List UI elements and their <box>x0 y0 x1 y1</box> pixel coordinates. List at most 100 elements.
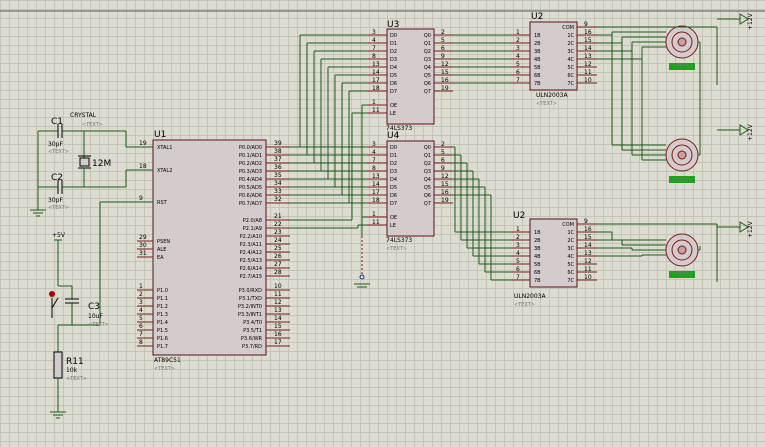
latch-le-name: LE <box>390 223 396 229</box>
reset-circuit[interactable]: +5V C3 10uF <TEXT> R11 10k <TEXT> <box>49 201 153 419</box>
u1-pin-name: P3.7/RD <box>242 344 262 350</box>
latch-pin-num: 19 <box>441 197 449 204</box>
u1-text: <TEXT> <box>154 366 175 372</box>
bus-wires <box>290 34 368 236</box>
u1-ref: U1 <box>154 130 166 140</box>
schematic-svg: U1 AT89C51 <TEXT> 19XTAL118XTAL29RST29PS… <box>0 10 765 419</box>
v12-terminal-3[interactable]: +12V <box>717 220 754 238</box>
latch-pin-num: 2 <box>441 141 445 148</box>
latch-pin-name: Q3 <box>424 57 431 63</box>
u4-latch[interactable]: U4 74LS373 <TEXT> 3 D0 2 Q0 4 D1 5 Q1 7 D2 6 Q2 8 D3 9… <box>368 131 453 252</box>
uln-pin-name: 4C <box>567 254 574 260</box>
uln-pin-name: 7C <box>567 278 574 284</box>
stepper-motor-1[interactable]: <TEXT> <box>597 25 718 85</box>
crystal-circuit[interactable]: CRYSTAL C1 <TEXT> 30pF <TEXT> 12M C2 30p… <box>30 112 153 217</box>
u1-pin-name: P0.2/AD2 <box>239 161 262 167</box>
u1-pin-num: 4 <box>139 307 143 314</box>
uln-bottom-driver[interactable]: U2 ULN2003A <TEXT> 9COM161C152C143C134C1… <box>511 211 597 308</box>
u1-pin-num: 1 <box>139 283 143 290</box>
u1-pin-num: 27 <box>274 261 282 268</box>
v5-label: +5V <box>52 232 66 239</box>
u1-pin-num: 10 <box>274 283 282 290</box>
latch-oe-num: 1 <box>372 99 376 106</box>
stepper-motors: <TEXT> <TEXT> <TEXT> <box>597 25 718 282</box>
uln-pin-name: 2C <box>567 41 574 47</box>
uln-pin-num: 2 <box>516 234 520 241</box>
uln-top-ref: U2 <box>531 12 543 22</box>
motor-shaft <box>677 37 687 47</box>
v12-terminal-2[interactable]: +12V <box>717 123 754 141</box>
latch-pin-num: 9 <box>441 53 445 60</box>
uln-pin-num: 12 <box>584 61 592 68</box>
reset-button[interactable] <box>49 291 55 297</box>
u1-pin-name: P3.3/INT1 <box>238 312 262 318</box>
u1-pin-name: P3.5/T1 <box>243 328 262 334</box>
uln-pin-name: 5C <box>567 262 574 268</box>
r11-ref: R11 <box>66 357 84 367</box>
latch-pin-num: 5 <box>441 37 445 44</box>
uln-top-driver[interactable]: U2 ULN2003A <TEXT> 9COM161C152C143C134C1… <box>511 12 597 107</box>
latch-ground <box>354 236 370 288</box>
u1-pin-name: P2.2/A10 <box>240 234 262 240</box>
uln-pin-name: 7C <box>567 81 574 87</box>
latch-pin-name: Q6 <box>424 81 431 87</box>
u1-pin-name: XTAL2 <box>157 168 172 174</box>
latch-pin-name: D0 <box>390 33 397 39</box>
uln-pin-name: 2C <box>567 238 574 244</box>
uln-pin-num: 6 <box>516 266 520 273</box>
uln-pin-num: 5 <box>516 61 520 68</box>
u1-pin-num: 34 <box>274 180 282 187</box>
uln-pin-num: 15 <box>584 234 592 241</box>
u1-pin-num: 11 <box>274 291 282 298</box>
uln-pin-num: 6 <box>516 69 520 76</box>
u1-pin-name: P1.2 <box>157 304 168 310</box>
u4-ref: U4 <box>387 131 400 141</box>
u1-pin-num: 19 <box>139 140 147 147</box>
uln-top-text: <TEXT> <box>536 101 557 107</box>
latch-pin-name: D7 <box>390 201 397 207</box>
u1-pin-num: 22 <box>274 221 282 228</box>
u1-pin-name: P1.6 <box>157 336 168 342</box>
uln-pin-num: 16 <box>584 29 592 36</box>
stepper-motor-2[interactable]: <TEXT> <box>597 26 718 183</box>
u1-pin-name: P2.7/A15 <box>240 274 262 280</box>
v12-label-2: +12V <box>747 123 754 141</box>
c2-ref: C2 <box>51 173 63 183</box>
latch-pin-num: 19 <box>441 85 449 92</box>
uln-pin-name: 1C <box>567 33 574 39</box>
latch-pin-num: 3 <box>372 141 376 148</box>
latch-pin-name: D2 <box>390 49 397 55</box>
latch-oe-name: OE <box>390 215 397 221</box>
latch-pin-num: 8 <box>372 53 376 60</box>
latch-pin-name: D7 <box>390 89 397 95</box>
latch-pin-num: 8 <box>372 165 376 172</box>
latch-pin-num: 7 <box>372 157 376 164</box>
latch-pin-name: Q5 <box>424 73 431 79</box>
latch-oe-num: 1 <box>372 211 376 218</box>
latch-pin-name: Q6 <box>424 193 431 199</box>
u1-pin-name: P2.0/A8 <box>243 218 262 224</box>
uln-bottom-text: <TEXT> <box>514 302 535 308</box>
latch-pin-num: 13 <box>372 173 380 180</box>
u1-pin-num: 38 <box>274 148 282 155</box>
u1-pin-num: 35 <box>274 172 282 179</box>
stepper-motor-3[interactable]: <TEXT> <box>597 223 718 282</box>
u1-pin-name: P1.7 <box>157 344 168 350</box>
u1-pin-name: P3.2/INT0 <box>238 304 262 310</box>
uln-pin-name: 5B <box>534 262 541 268</box>
motor-shaft <box>677 150 687 160</box>
uln-pin-num: 14 <box>584 242 592 249</box>
latch-pin-name: Q2 <box>424 49 431 55</box>
uln-pin-name: 6C <box>567 270 574 276</box>
u1-part: AT89C51 <box>154 357 181 364</box>
v12-terminal-1[interactable]: +12V <box>717 12 754 30</box>
uln-bottom-ref: U2 <box>513 211 525 221</box>
u1-pin-num: 33 <box>274 188 282 195</box>
latch-pin-name: Q1 <box>424 153 431 159</box>
latch-pin-name: D3 <box>390 169 397 175</box>
u1-pin-num: 9 <box>139 195 143 202</box>
v12-label-1: +12V <box>747 12 754 30</box>
latch-pin-num: 15 <box>441 69 449 76</box>
u1-microcontroller[interactable]: U1 AT89C51 <TEXT> 19XTAL118XTAL29RST29PS… <box>137 130 290 372</box>
u3-latch[interactable]: U3 74LS373 3 D0 2Q04 D1 5Q17 D2 6Q28 D3 9Q313 D4 1… <box>368 20 453 132</box>
